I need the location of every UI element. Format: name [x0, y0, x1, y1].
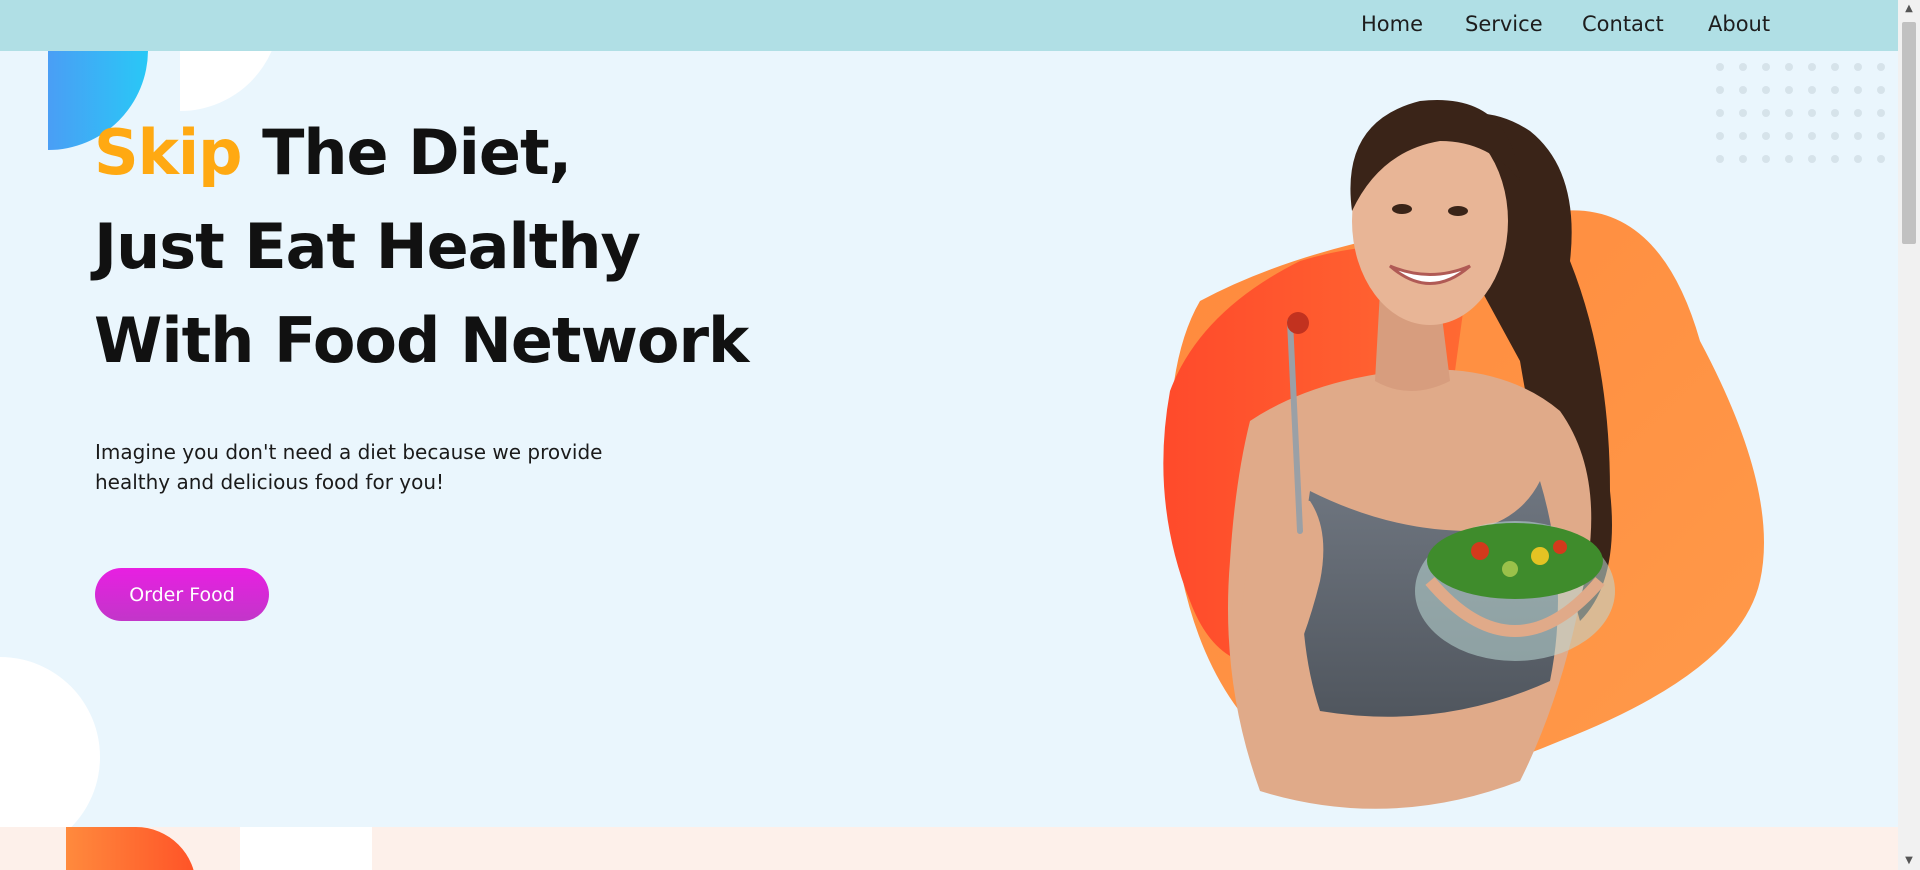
top-navbar: Home Service Contact About — [0, 0, 1898, 51]
hero-section: Skip The Diet, Just Eat Healthy With Foo… — [0, 51, 1898, 827]
nav-home-link[interactable]: Home — [1361, 12, 1423, 36]
headline-line-1-text: The Diet, — [241, 116, 572, 189]
decorative-white-circle — [0, 657, 100, 827]
hero-headline-line-3: With Food Network — [94, 304, 749, 377]
nav-service-link[interactable]: Service — [1465, 12, 1543, 36]
decorative-orange-blob — [66, 827, 196, 870]
hero-headline-line-2: Just Eat Healthy — [94, 210, 641, 283]
order-food-button[interactable]: Order Food — [95, 568, 269, 621]
decorative-white-block — [240, 827, 372, 870]
hero-headline-line-1: Skip The Diet, — [94, 116, 572, 189]
hero-woman-eating-salad-image — [1163, 100, 1764, 809]
next-section-preview — [0, 827, 1898, 870]
scrollbar-thumb[interactable] — [1902, 22, 1916, 244]
scroll-up-arrow-icon[interactable]: ▲ — [1898, 0, 1920, 18]
nav-contact-link[interactable]: Contact — [1582, 12, 1664, 36]
page-scrollbar[interactable]: ▲ ▼ — [1898, 0, 1920, 870]
hero-subtitle: Imagine you don't need a diet because we… — [95, 440, 603, 494]
decorative-white-blob — [180, 51, 280, 111]
headline-accent-word: Skip — [94, 116, 243, 189]
scroll-down-arrow-icon[interactable]: ▼ — [1898, 852, 1920, 870]
nav-about-link[interactable]: About — [1708, 12, 1770, 36]
